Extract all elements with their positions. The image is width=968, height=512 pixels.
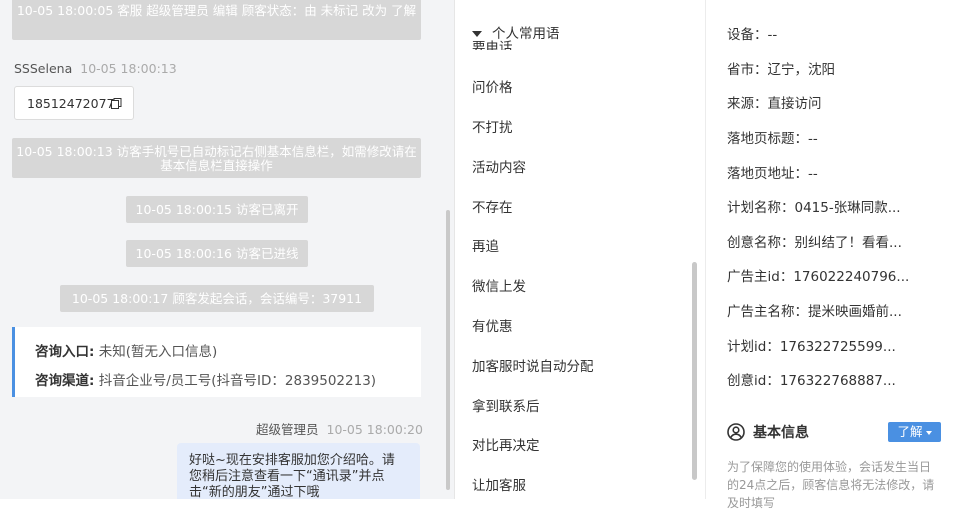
detail-label: 落地页地址： (727, 166, 808, 182)
collapse-triangle-icon (472, 31, 482, 37)
phrase-item[interactable]: 不打扰 (472, 116, 513, 136)
detail-source: 来源：直接访问 (727, 92, 822, 112)
customer-status-value: 了解 (897, 424, 923, 439)
phrase-item[interactable]: 对比再决定 (472, 434, 540, 454)
agent-message-bubble: 好哒~现在安排客服加您介绍哈。请 您稍后注意查看一下“通讯录”并点 击“新的朋友… (177, 443, 420, 499)
chat-scrollbar[interactable] (446, 210, 450, 490)
detail-creative-id: 创意id：176322768887... (727, 369, 896, 389)
phrase-item[interactable]: 问价格 (472, 76, 513, 96)
detail-label: 设备： (727, 27, 768, 43)
phrase-item[interactable]: 有优惠 (472, 315, 513, 335)
system-message-entered: 10-05 18:00:16 访客已进线 (126, 240, 308, 267)
detail-advertiser-id: 广告主id：176022240796... (727, 265, 909, 285)
user-circle-icon (727, 423, 745, 441)
detail-plan-name: 计划名称：0415-张琳同款... (727, 196, 901, 216)
system-message-text: 10-05 18:00:16 访客已进线 (135, 246, 299, 261)
phrase-item[interactable]: 不存在 (472, 196, 513, 216)
detail-creative-name: 创意名称：别纠结了！看看... (727, 231, 902, 251)
consult-entry-row: 咨询入口: 未知(暂无入口信息) (35, 340, 217, 360)
phrase-item[interactable]: 让加客服 (472, 474, 526, 494)
system-message-text: 10-05 18:00:15 访客已离开 (135, 202, 299, 217)
consult-channel-row: 咨询渠道: 抖音企业号/员工号(抖音号ID：2839502213) (35, 369, 376, 389)
edit-deadline-note: 为了保障您的使用体验，会话发生当日 的24点之后，顾客信息将无法修改，请 及时填… (727, 458, 949, 512)
detail-label: 创意名称： (727, 235, 795, 251)
phrase-item[interactable]: 活动内容 (472, 156, 526, 176)
detail-value: 176322725599... (779, 339, 896, 355)
agent-message-line: 击“新的朋友”通过下哦 (189, 485, 320, 499)
detail-plan-id: 计划id：176322725599... (727, 335, 896, 355)
detail-value: 0415-张琳同款... (794, 200, 901, 216)
system-message-session-start: 10-05 18:00:17 顾客发起会话，会话编号：37911 (60, 285, 374, 312)
chat-pane[interactable]: 10-05 18:00:05 客服 超级管理员 编辑 顾客状态：由 未标记 改为… (0, 0, 455, 499)
consult-entry-label: 咨询入口: (35, 344, 95, 360)
system-message-text: 10-05 18:00:17 顾客发起会话，会话编号：37911 (71, 291, 363, 306)
system-message-phone-marked: 10-05 18:00:13 访客手机号已自动标记右侧基本信息栏，如需修改请在基… (12, 138, 421, 178)
visitor-phone-message[interactable]: 18512472077 (14, 86, 134, 120)
note-line: 的24点之后，顾客信息将无法修改，请 (727, 478, 935, 492)
detail-label: 省市： (727, 62, 768, 78)
visitor-header: SSSelena 10-05 18:00:13 (14, 61, 177, 76)
detail-label: 计划名称： (727, 200, 795, 216)
note-line: 为了保障您的使用体验，会话发生当日 (727, 460, 932, 474)
detail-label: 落地页标题： (727, 131, 808, 147)
system-message-status-change: 10-05 18:00:05 客服 超级管理员 编辑 顾客状态：由 未标记 改为… (12, 0, 421, 40)
detail-landing-title: 落地页标题：-- (727, 127, 818, 147)
detail-value: 别纠结了！看看... (794, 235, 902, 251)
consult-channel-value: 抖音企业号/员工号(抖音号ID：2839502213) (98, 373, 377, 389)
detail-value: -- (808, 166, 818, 182)
detail-label: 创意id： (727, 373, 780, 389)
detail-device: 设备：-- (727, 23, 777, 43)
consult-entry-value: 未知(暂无入口信息) (98, 344, 218, 360)
agent-time: 10-05 18:00:20 (326, 422, 423, 437)
detail-label: 来源： (727, 96, 768, 112)
phrase-group-header[interactable]: 个人常用语 (472, 22, 560, 42)
detail-value: 提米映画婚前... (808, 304, 902, 320)
customer-status-dropdown[interactable]: 了解 (888, 422, 941, 442)
consult-channel-label: 咨询渠道: (35, 373, 95, 389)
detail-value: 辽宁，沈阳 (767, 62, 836, 78)
consult-info-card: 咨询入口: 未知(暂无入口信息) 咨询渠道: 抖音企业号/员工号(抖音号ID：2… (12, 327, 421, 397)
detail-value: -- (767, 27, 778, 43)
detail-value: -- (808, 131, 818, 147)
system-message-text: 10-05 18:00:13 访客手机号已自动标记右侧基本信息栏，如需修改请在基… (16, 144, 417, 173)
detail-label: 计划id： (727, 339, 780, 355)
copy-icon[interactable] (111, 97, 122, 109)
detail-landing-url: 落地页地址：-- (727, 162, 818, 182)
phrase-item[interactable]: 微信上发 (472, 275, 526, 295)
detail-label: 广告主名称： (727, 304, 808, 320)
visitor-phone-number: 18512472077 (27, 96, 115, 111)
agent-header: 超级管理员 10-05 18:00:20 (256, 419, 423, 438)
agent-name: 超级管理员 (256, 422, 319, 437)
visitor-name: SSSelena (14, 61, 73, 76)
basic-info-section-title: 基本信息 (727, 422, 809, 442)
detail-value: 176022240796... (793, 269, 910, 285)
phrase-scrollbar[interactable] (692, 262, 697, 480)
detail-advertiser-name: 广告主名称：提米映画婚前... (727, 300, 902, 320)
phrase-item[interactable]: 加客服时说自动分配 (472, 355, 594, 375)
chevron-down-icon (925, 430, 932, 435)
agent-message-line: 您稍后注意查看一下“通讯录”并点 (189, 469, 385, 484)
note-line: 及时填写 (727, 496, 776, 510)
phrase-item[interactable]: 再追 (472, 235, 499, 255)
basic-info-title-text: 基本信息 (753, 425, 809, 441)
detail-province-city: 省市：辽宁，沈阳 (727, 58, 835, 78)
system-message-left: 10-05 18:00:15 访客已离开 (126, 196, 308, 223)
phrase-item-partial[interactable]: 要电话 (472, 40, 513, 50)
detail-label: 广告主id： (727, 269, 794, 285)
detail-value: 176322768887... (779, 373, 896, 389)
phrase-item[interactable]: 拿到联系后 (472, 395, 540, 415)
agent-message-line: 好哒~现在安排客服加您介绍哈。请 (189, 453, 395, 468)
system-message-text: 10-05 18:00:05 客服 超级管理员 编辑 顾客状态：由 未标记 改为… (16, 3, 417, 18)
visitor-time: 10-05 18:00:13 (80, 61, 177, 76)
detail-value: 直接访问 (767, 96, 822, 112)
